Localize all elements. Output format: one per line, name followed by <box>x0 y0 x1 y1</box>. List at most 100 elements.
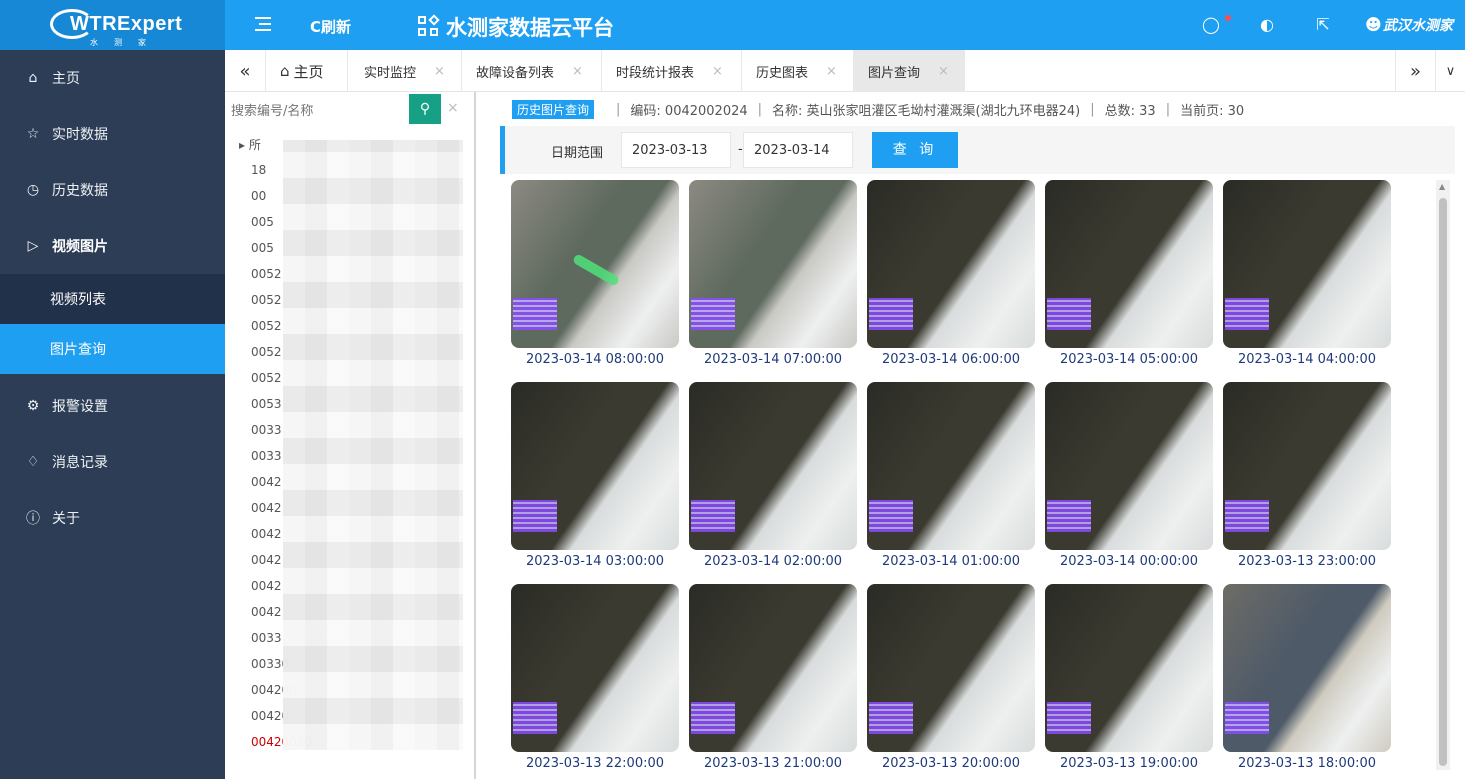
fullscreen-icon[interactable]: ⇱ <box>1309 15 1337 35</box>
clear-icon[interactable]: × <box>447 100 459 116</box>
photo-card[interactable]: 2023-03-14 01:00:00 <box>867 382 1035 582</box>
photo-card[interactable]: 2023-03-13 20:00:00 <box>867 584 1035 779</box>
photo-time: 2023-03-13 19:00:00 <box>1059 756 1199 771</box>
photo-card[interactable]: 2023-03-14 03:00:00 <box>511 382 679 582</box>
tab-label: 图片查询 <box>868 65 921 81</box>
refresh-button[interactable]: C刷新 <box>310 16 351 37</box>
tree-root[interactable]: ▸ 所 <box>239 136 261 153</box>
tab-home[interactable]: ⌂ 主页 <box>265 50 347 92</box>
site-title: 水测家数据云平台 <box>446 16 614 40</box>
query-button[interactable]: 查 询 <box>872 132 958 168</box>
photo-thumbnail[interactable] <box>1045 180 1213 348</box>
photo-time: 2023-03-13 18:00:00 <box>1237 756 1377 771</box>
photo-time: 2023-03-14 04:00:00 <box>1237 352 1377 367</box>
theme-icon[interactable]: ◐ <box>1253 15 1281 35</box>
tab-scroll-right-icon[interactable]: » <box>1395 50 1435 92</box>
close-icon[interactable]: × <box>826 64 837 79</box>
tab-image-query[interactable]: 图片查询 × <box>853 50 965 92</box>
tab-realtime-monitor[interactable]: 实时监控 × <box>347 50 461 92</box>
sidebar-item-label: 报警设置 <box>52 399 108 415</box>
video-icon: ▷ <box>27 238 39 254</box>
timestamp-watermark <box>869 500 913 532</box>
sidebar-item-home[interactable]: ⌂ 主页 <box>0 50 225 106</box>
photo-thumbnail[interactable] <box>511 382 679 550</box>
close-icon[interactable]: × <box>572 64 583 79</box>
scroll-thumb[interactable] <box>1439 198 1447 766</box>
logo[interactable]: WTRExpert 水测家 <box>0 0 225 50</box>
timestamp-watermark <box>1047 500 1091 532</box>
sidebar-item-label: 历史数据 <box>52 183 108 199</box>
device-code: 编码: 0042002024 <box>630 103 748 119</box>
timestamp-watermark <box>513 500 557 532</box>
menu-toggle-icon[interactable] <box>255 16 273 32</box>
photo-time: 2023-03-13 21:00:00 <box>703 756 843 771</box>
search-input[interactable] <box>231 96 411 126</box>
photo-thumbnail[interactable] <box>689 584 857 752</box>
sidebar-item-video[interactable]: ▷ 视频图片 <box>0 218 225 274</box>
photo-card[interactable]: 2023-03-14 05:00:00 <box>1045 180 1213 380</box>
photo-card[interactable]: 2023-03-13 22:00:00 <box>511 584 679 779</box>
sidebar-item-about[interactable]: ⓘ 关于 <box>0 490 225 546</box>
photo-thumbnail[interactable] <box>1223 382 1391 550</box>
search-button[interactable]: ⚲ <box>409 94 441 124</box>
photo-card[interactable]: 2023-03-13 18:00:00 <box>1223 584 1391 779</box>
sidebar-item-alarm[interactable]: ⚙ 报警设置 <box>0 378 225 434</box>
bell-icon: ♢ <box>26 454 40 470</box>
tab-period-report[interactable]: 时段统计报表 × <box>601 50 741 92</box>
end-date-input[interactable] <box>743 132 853 168</box>
photo-card[interactable]: 2023-03-14 06:00:00 <box>867 180 1035 380</box>
photo-thumbnail[interactable] <box>867 382 1035 550</box>
photo-card[interactable]: 2023-03-13 19:00:00 <box>1045 584 1213 779</box>
close-icon[interactable]: × <box>938 64 949 79</box>
photo-thumbnail[interactable] <box>511 180 679 348</box>
photo-card[interactable]: 2023-03-13 23:00:00 <box>1223 382 1391 582</box>
photo-card[interactable]: 2023-03-14 08:00:00 <box>511 180 679 380</box>
sidebar-item-messages[interactable]: ♢ 消息记录 <box>0 434 225 490</box>
timestamp-watermark <box>513 702 557 734</box>
photo-thumbnail[interactable] <box>689 382 857 550</box>
history-image-badge: 历史图片查询 <box>512 99 595 119</box>
photo-card[interactable]: 2023-03-14 04:00:00 <box>1223 180 1391 380</box>
sidebar-subitem-image-query[interactable]: 图片查询 <box>0 324 225 374</box>
tab-label: 时段统计报表 <box>616 65 695 81</box>
photo-card[interactable]: 2023-03-14 00:00:00 <box>1045 382 1213 582</box>
bell-icon[interactable]: ◯ <box>1197 15 1231 35</box>
timestamp-watermark <box>691 702 735 734</box>
photo-thumbnail[interactable] <box>1223 180 1391 348</box>
total-count: 总数: 33 <box>1104 103 1156 119</box>
photo-thumbnail[interactable] <box>1045 584 1213 752</box>
sidebar-item-realtime[interactable]: ☆ 实时数据 <box>0 106 225 162</box>
close-icon[interactable]: × <box>712 64 723 79</box>
photo-thumbnail[interactable] <box>511 584 679 752</box>
scroll-up-icon[interactable]: ▲ <box>1439 182 1445 191</box>
photo-thumbnail[interactable] <box>1045 382 1213 550</box>
photo-time: 2023-03-14 01:00:00 <box>881 554 1021 569</box>
start-date-input[interactable] <box>621 132 731 168</box>
top-header: WTRExpert 水测家 C刷新 水测家数据云平台 ◯ ◐ ⇱ ☻ 武汉水测家 <box>0 0 1465 50</box>
close-icon[interactable]: × <box>434 64 445 79</box>
tab-history-chart[interactable]: 历史图表 × <box>741 50 853 92</box>
user-icon[interactable]: ☻ <box>1365 15 1382 35</box>
timestamp-watermark <box>691 500 735 532</box>
tab-scroll-left-icon[interactable]: « <box>225 50 265 92</box>
sidebar-item-history[interactable]: ◷ 历史数据 <box>0 162 225 218</box>
tab-fault-devices[interactable]: 故障设备列表 × <box>461 50 601 92</box>
photo-thumbnail[interactable] <box>867 180 1035 348</box>
tab-bar: « ⌂ 主页 实时监控 × 故障设备列表 × 时段统计报表 × 历史图表 × 图… <box>225 50 1465 92</box>
photo-card[interactable]: 2023-03-14 07:00:00 <box>689 180 857 380</box>
chevron-down-icon[interactable]: ∨ <box>1435 50 1465 92</box>
photo-card[interactable]: 2023-03-13 21:00:00 <box>689 584 857 779</box>
timestamp-watermark <box>869 702 913 734</box>
sidebar-subitem-video-list[interactable]: 视频列表 <box>0 274 225 324</box>
photo-time: 2023-03-13 23:00:00 <box>1237 554 1377 569</box>
user-name[interactable]: 武汉水测家 <box>1383 15 1453 35</box>
photo-card[interactable]: 2023-03-14 02:00:00 <box>689 382 857 582</box>
photo-thumbnail[interactable] <box>867 584 1035 752</box>
scrollbar[interactable]: ▲ <box>1436 180 1450 770</box>
sidebar-item-label: 实时数据 <box>52 127 108 143</box>
site-title-group: 水测家数据云平台 <box>418 12 614 42</box>
date-filter-row: 日期范围 - 查 询 <box>500 126 1455 174</box>
photo-thumbnail[interactable] <box>689 180 857 348</box>
photo-thumbnail[interactable] <box>1223 584 1391 752</box>
logo-subtitle: 水测家 <box>90 38 162 47</box>
